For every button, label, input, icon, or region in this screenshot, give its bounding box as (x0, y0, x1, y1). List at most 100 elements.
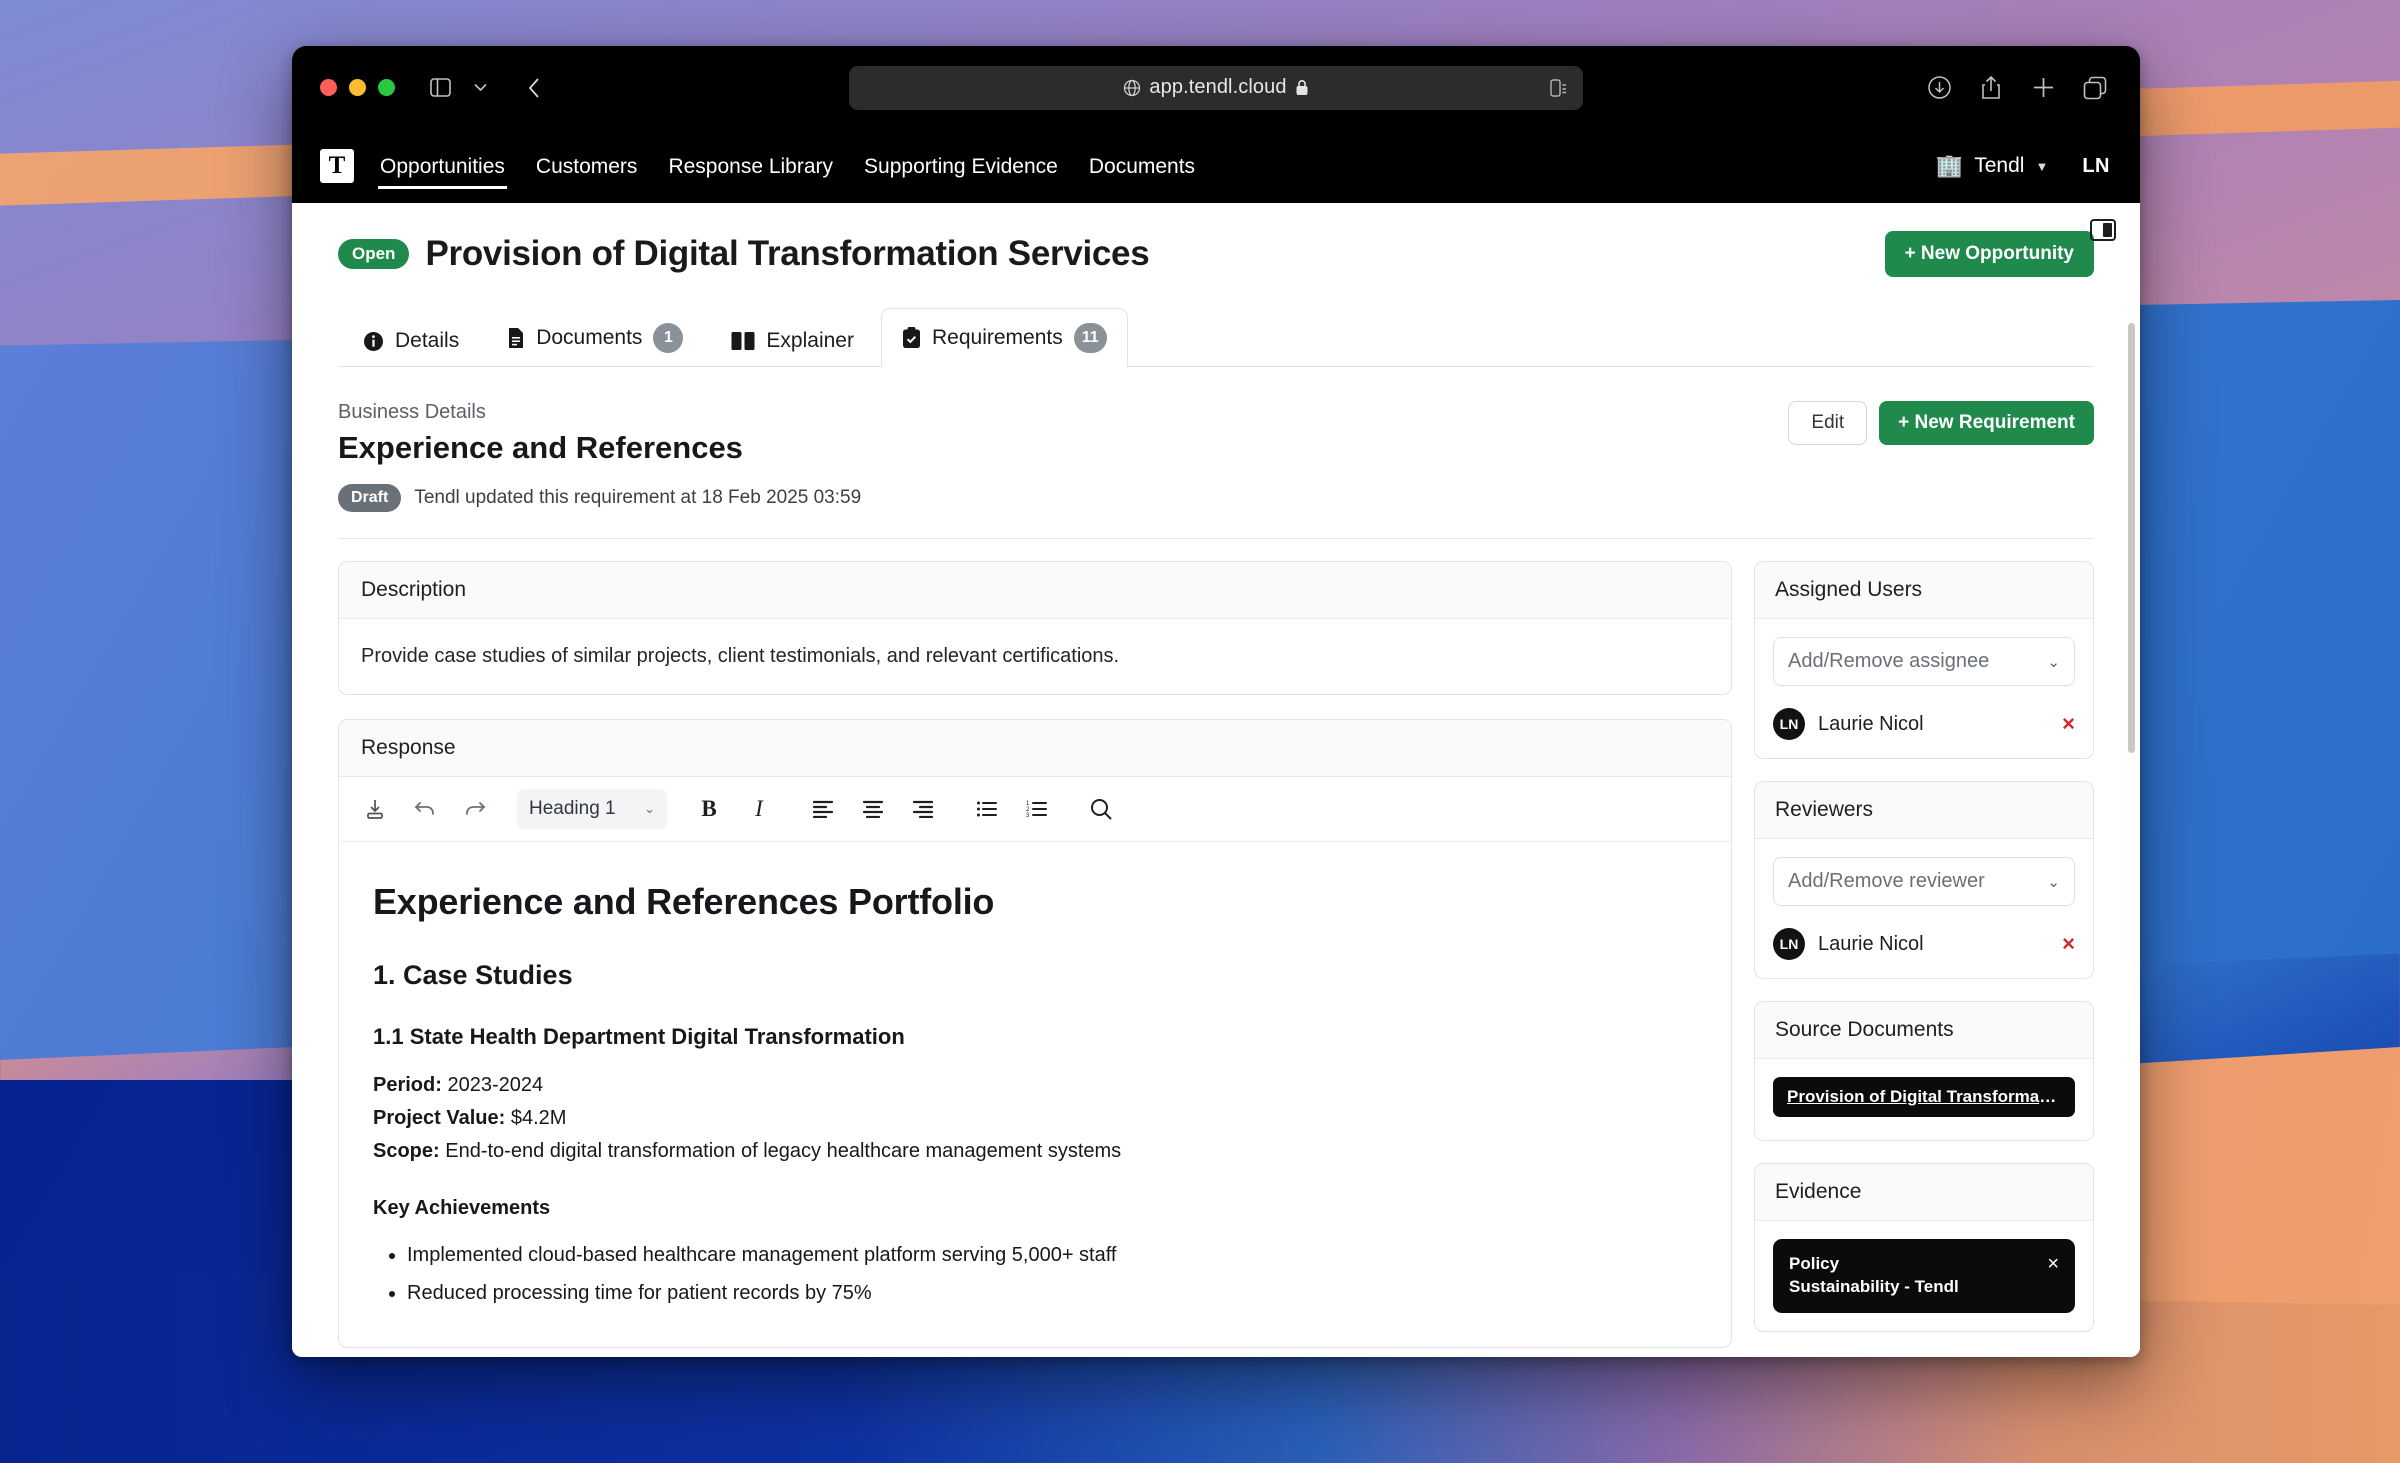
tab-badge-count: 11 (1073, 323, 1107, 353)
avatar: LN (1773, 708, 1805, 740)
response-document[interactable]: Experience and References Portfolio 1. C… (339, 842, 1731, 1347)
document-icon (507, 327, 525, 349)
evidence-line-1: Policy (1789, 1254, 1840, 1273)
requirement-header: Business Details Experience and Referenc… (338, 401, 2094, 512)
doc-field-label: Scope: (373, 1140, 440, 1163)
window-traffic-lights[interactable] (320, 79, 395, 96)
avatar: LN (1773, 928, 1805, 960)
address-bar-url: app.tendl.cloud (1149, 76, 1287, 98)
reader-view-icon[interactable] (1550, 78, 1567, 97)
doc-field-label: Project Value: (373, 1107, 506, 1130)
nav-item-opportunities[interactable]: Opportunities (378, 131, 507, 201)
source-document-link[interactable]: Provision of Digital Transformati... (1773, 1077, 2075, 1117)
reviewer-select[interactable]: Add/Remove reviewer ⌄ (1773, 857, 2075, 906)
remove-assignee-button[interactable]: × (2062, 711, 2075, 737)
doc-achievements-list: Implemented cloud-based healthcare manag… (407, 1241, 1697, 1308)
main-nav-links: Opportunities Customers Response Library… (378, 129, 1197, 203)
header-divider (338, 538, 2094, 539)
lock-icon (1295, 79, 1309, 96)
doc-field-label: Period: (373, 1074, 442, 1097)
tab-label: Explainer (766, 329, 854, 352)
nav-item-response-library[interactable]: Response Library (666, 131, 835, 201)
status-badge: Open (338, 239, 410, 269)
paragraph-style-value: Heading 1 (529, 798, 616, 819)
tab-label: Requirements (931, 326, 1063, 349)
person-name: Laurie Nicol (1818, 712, 1924, 735)
new-tab-icon[interactable] (2026, 71, 2060, 105)
edit-button[interactable]: Edit (1788, 401, 1868, 445)
response-card-header: Response (339, 720, 1731, 777)
list-item: Reduced processing time for patient reco… (407, 1279, 1697, 1308)
info-icon (363, 331, 384, 352)
reviewers-card: Reviewers Add/Remove reviewer ⌄ LN Lauri… (1754, 781, 2094, 979)
sidebar-icon[interactable] (423, 71, 457, 105)
scrollbar-thumb[interactable] (2128, 323, 2135, 753)
globe-icon (1123, 79, 1141, 97)
share-icon[interactable] (1974, 71, 2008, 105)
browser-window: app.tendl.cloud T Opportunities Customer… (292, 46, 2140, 1357)
tab-details[interactable]: Details (342, 314, 480, 367)
tab-overview-icon[interactable] (2078, 71, 2112, 105)
response-card: Response Heading 1 ⌄ B I 1 2 3 Experienc… (338, 719, 1732, 1349)
evidence-header: Evidence (1755, 1164, 2093, 1221)
maximize-window-button[interactable] (378, 79, 395, 96)
nav-item-supporting-evidence[interactable]: Supporting Evidence (862, 131, 1060, 201)
description-text: Provide case studies of similar projects… (361, 645, 1120, 667)
nav-item-customers[interactable]: Customers (534, 131, 640, 201)
evidence-chip[interactable]: Policy Sustainability - Tendl × (1773, 1239, 2075, 1313)
new-requirement-button[interactable]: + New Requirement (1879, 401, 2094, 445)
assigned-users-header: Assigned Users (1755, 562, 2093, 619)
save-icon[interactable] (353, 789, 397, 829)
align-left-icon[interactable] (801, 789, 845, 829)
remove-evidence-button[interactable]: × (2047, 1253, 2059, 1276)
numbered-list-icon[interactable]: 1 2 3 (1015, 789, 1059, 829)
page-container: Open Provision of Digital Transformation… (292, 203, 2140, 1357)
paragraph-style-select[interactable]: Heading 1 ⌄ (517, 789, 667, 829)
search-icon[interactable] (1079, 789, 1123, 829)
requirement-title: Experience and References (338, 430, 743, 465)
assigned-users-card: Assigned Users Add/Remove assignee ⌄ LN … (1754, 561, 2094, 759)
app-navigation-bar: T Opportunities Customers Response Libra… (292, 129, 2140, 203)
italic-button[interactable]: I (737, 789, 781, 829)
office-building-icon: 🏢 (1935, 153, 1964, 178)
redo-icon[interactable] (453, 789, 497, 829)
close-window-button[interactable] (320, 79, 337, 96)
side-column: Assigned Users Add/Remove assignee ⌄ LN … (1754, 561, 2094, 1348)
back-icon[interactable] (517, 71, 551, 105)
align-center-icon[interactable] (851, 789, 895, 829)
undo-icon[interactable] (403, 789, 447, 829)
nav-item-documents[interactable]: Documents (1087, 131, 1197, 201)
doc-field-period: Period: 2023-2024 (373, 1071, 1697, 1100)
tab-explainer[interactable]: Explainer (710, 314, 875, 367)
svg-text:3: 3 (1026, 813, 1030, 818)
tab-requirements[interactable]: Requirements 11 (880, 308, 1128, 367)
align-right-icon[interactable] (901, 789, 945, 829)
source-documents-card: Source Documents Provision of Digital Tr… (1754, 1001, 2094, 1141)
user-initials-avatar[interactable]: LN (2082, 155, 2110, 178)
tab-badge-count: 1 (653, 323, 684, 353)
doc-field-value: $4.2M (510, 1107, 567, 1130)
org-switcher[interactable]: 🏢 Tendl ▼ (1936, 153, 2048, 179)
doc-heading-2: 1. Case Studies (373, 960, 573, 991)
clipboard-check-icon (902, 327, 921, 349)
app-logo[interactable]: T (320, 149, 354, 183)
chevron-down-icon[interactable] (463, 71, 497, 105)
minimize-window-button[interactable] (349, 79, 366, 96)
content-scrollbar[interactable] (2126, 203, 2138, 1357)
chevron-down-icon: ⌄ (2047, 653, 2060, 671)
download-icon[interactable] (1922, 71, 1956, 105)
doc-achievements-heading: Key Achievements (373, 1197, 551, 1220)
address-bar[interactable]: app.tendl.cloud (849, 65, 1583, 110)
content-columns: Description Provide case studies of simi… (292, 561, 2140, 1349)
bold-button[interactable]: B (687, 789, 731, 829)
assignee-select[interactable]: Add/Remove assignee ⌄ (1773, 637, 2075, 686)
new-opportunity-button[interactable]: + New Opportunity (1884, 231, 2094, 277)
doc-field-value: 2023-2024 (447, 1074, 544, 1097)
bullet-list-icon[interactable] (965, 789, 1009, 829)
reviewer-select-placeholder: Add/Remove reviewer (1788, 870, 1985, 892)
remove-reviewer-button[interactable]: × (2062, 931, 2075, 957)
description-card-header: Description (339, 562, 1731, 619)
right-panel-toggle-icon[interactable] (2090, 219, 2116, 241)
last-updated-text: Tendl updated this requirement at 18 Feb… (414, 487, 862, 508)
tab-documents[interactable]: Documents 1 (486, 308, 704, 367)
